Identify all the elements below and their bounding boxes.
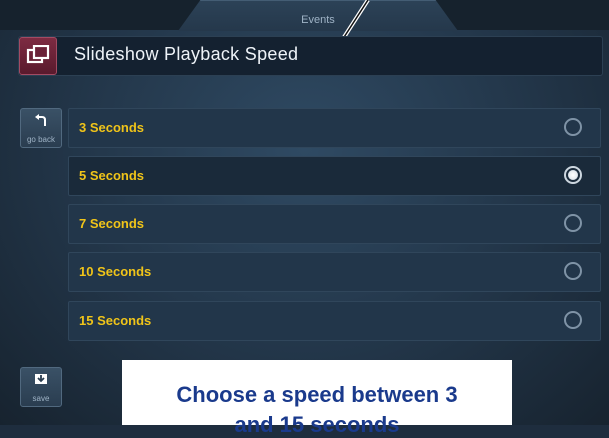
- callout-text-line2: and 15 seconds: [234, 412, 400, 437]
- save-button[interactable]: save: [20, 367, 62, 407]
- go-back-label: go back: [26, 135, 56, 144]
- tab-events-label: Events: [301, 14, 335, 26]
- save-icon: [35, 374, 47, 384]
- option-7-seconds[interactable]: 7 Seconds: [68, 204, 601, 244]
- go-back-button[interactable]: go back: [20, 108, 62, 148]
- slideshow-icon: [19, 37, 57, 75]
- option-label: 7 Seconds: [79, 216, 145, 231]
- radio-button[interactable]: [564, 214, 582, 232]
- save-label: save: [32, 394, 50, 403]
- radio-button-selected[interactable]: [564, 166, 582, 184]
- radio-button[interactable]: [564, 262, 582, 280]
- radio-button[interactable]: [564, 311, 582, 329]
- instruction-callout: Choose a speed between 3 and 15 seconds: [122, 360, 512, 437]
- page-title: Slideshow Playback Speed: [74, 44, 299, 64]
- option-15-seconds[interactable]: 15 Seconds: [68, 301, 601, 341]
- back-arrow-icon: [35, 114, 46, 126]
- callout-text-line1: Choose a speed between 3: [176, 382, 458, 407]
- option-3-seconds[interactable]: 3 Seconds: [68, 108, 601, 148]
- option-label: 3 Seconds: [79, 120, 145, 135]
- option-label: 10 Seconds: [79, 264, 152, 279]
- option-10-seconds[interactable]: 10 Seconds: [68, 252, 601, 292]
- radio-button[interactable]: [564, 118, 582, 136]
- option-label: 15 Seconds: [79, 313, 152, 328]
- option-label: 5 Seconds: [79, 168, 145, 183]
- option-5-seconds[interactable]: 5 Seconds: [68, 156, 601, 196]
